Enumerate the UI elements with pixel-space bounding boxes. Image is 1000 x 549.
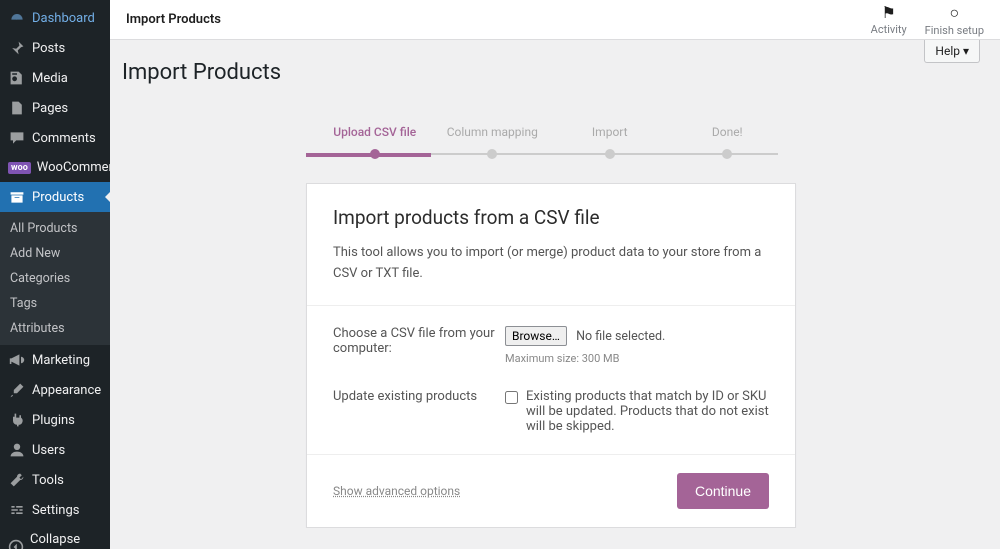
update-existing-hint: Existing products that match by ID or SK… bbox=[526, 389, 769, 434]
sidebar-item-label: Pages bbox=[32, 101, 68, 116]
sidebar-sub-add-new[interactable]: Add New bbox=[0, 241, 110, 266]
import-card: Import products from a CSV file This too… bbox=[306, 183, 796, 528]
flag-icon: ⚑ bbox=[881, 3, 895, 22]
sidebar-sub-attributes[interactable]: Attributes bbox=[0, 316, 110, 341]
sidebar-item-plugins[interactable]: Plugins bbox=[0, 405, 110, 435]
import-wizard: Upload CSV file Column mapping Import Do… bbox=[306, 125, 796, 528]
step-progress-line bbox=[306, 153, 431, 157]
choose-file-field: Browse… No file selected. Maximum size: … bbox=[505, 326, 769, 365]
sidebar-item-label: Collapse menu bbox=[30, 532, 102, 549]
sliders-icon bbox=[8, 502, 26, 518]
sidebar-sub-tags[interactable]: Tags bbox=[0, 291, 110, 316]
megaphone-icon bbox=[8, 352, 26, 368]
admin-sidebar: Dashboard Posts Media Pages Comments woo… bbox=[0, 0, 110, 549]
sidebar-item-label: Products bbox=[32, 190, 84, 205]
file-status: No file selected. bbox=[576, 329, 665, 344]
row-choose-file: Choose a CSV file from your computer: Br… bbox=[333, 326, 769, 365]
continue-button[interactable]: Continue bbox=[677, 473, 769, 509]
step-column-mapping: Column mapping bbox=[434, 125, 552, 159]
circle-icon: ○ bbox=[950, 3, 960, 23]
step-label: Done! bbox=[669, 125, 787, 139]
browse-button[interactable]: Browse… bbox=[505, 326, 567, 346]
step-dot-icon bbox=[487, 149, 497, 159]
page-icon bbox=[8, 100, 26, 116]
content-area: Help ▾ Import Products Upload CSV file C… bbox=[110, 40, 1000, 528]
wizard-steps: Upload CSV file Column mapping Import Do… bbox=[306, 125, 796, 159]
breadcrumb: Import Products bbox=[126, 12, 221, 27]
wrench-icon bbox=[8, 472, 26, 488]
page-title: Import Products bbox=[122, 60, 980, 85]
step-dot-icon bbox=[370, 149, 380, 159]
sidebar-item-label: WooCommerce bbox=[37, 160, 110, 175]
sidebar-item-label: Settings bbox=[32, 503, 79, 518]
sidebar-item-media[interactable]: Media bbox=[0, 63, 110, 93]
activity-label: Activity bbox=[871, 23, 907, 36]
card-body: Choose a CSV file from your computer: Br… bbox=[307, 306, 795, 454]
sidebar-item-dashboard[interactable]: Dashboard bbox=[0, 0, 110, 33]
update-existing-checkbox[interactable] bbox=[505, 391, 518, 404]
sidebar-item-marketing[interactable]: Marketing bbox=[0, 345, 110, 375]
sidebar-item-label: Comments bbox=[32, 131, 96, 146]
step-dot-icon bbox=[722, 149, 732, 159]
main-area: Import Products ⚑ Activity ○ Finish setu… bbox=[110, 0, 1000, 549]
step-label: Column mapping bbox=[434, 125, 552, 139]
sidebar-item-woocommerce[interactable]: woo WooCommerce bbox=[0, 153, 110, 182]
sidebar-item-comments[interactable]: Comments bbox=[0, 123, 110, 153]
topbar-actions: ⚑ Activity ○ Finish setup bbox=[871, 3, 984, 37]
brush-icon bbox=[8, 382, 26, 398]
sidebar-item-collapse[interactable]: Collapse menu bbox=[0, 525, 110, 549]
card-footer: Show advanced options Continue bbox=[307, 454, 795, 527]
step-import: Import bbox=[551, 125, 669, 159]
help-label: Help bbox=[935, 44, 960, 58]
sidebar-item-label: Posts bbox=[32, 41, 65, 56]
sidebar-item-label: Media bbox=[32, 71, 68, 86]
sidebar-item-products[interactable]: Products bbox=[0, 182, 110, 212]
step-dot-icon bbox=[605, 149, 615, 159]
sidebar-item-label: Dashboard bbox=[32, 11, 95, 26]
sidebar-item-label: Users bbox=[32, 443, 65, 458]
sidebar-item-label: Tools bbox=[32, 473, 64, 488]
dashboard-icon bbox=[8, 10, 26, 26]
woocommerce-icon: woo bbox=[8, 162, 31, 174]
sidebar-item-label: Appearance bbox=[32, 383, 101, 398]
step-label: Upload CSV file bbox=[316, 125, 434, 139]
collapse-icon bbox=[8, 539, 24, 549]
sidebar-item-posts[interactable]: Posts bbox=[0, 33, 110, 63]
help-tab[interactable]: Help ▾ bbox=[924, 40, 980, 63]
sidebar-sub-categories[interactable]: Categories bbox=[0, 266, 110, 291]
finish-setup-label: Finish setup bbox=[925, 24, 984, 37]
card-description: This tool allows you to import (or merge… bbox=[333, 243, 769, 285]
step-label: Import bbox=[551, 125, 669, 139]
plug-icon bbox=[8, 412, 26, 428]
sidebar-item-label: Marketing bbox=[32, 353, 90, 368]
finish-setup-button[interactable]: ○ Finish setup bbox=[925, 3, 984, 37]
activity-button[interactable]: ⚑ Activity bbox=[871, 3, 907, 36]
update-existing-label: Update existing products bbox=[333, 389, 505, 434]
card-title: Import products from a CSV file bbox=[333, 206, 769, 229]
row-update-existing: Update existing products Existing produc… bbox=[333, 389, 769, 434]
sidebar-sub-all-products[interactable]: All Products bbox=[0, 216, 110, 241]
sidebar-item-tools[interactable]: Tools bbox=[0, 465, 110, 495]
sidebar-submenu-products: All Products Add New Categories Tags Att… bbox=[0, 212, 110, 345]
topbar: Import Products ⚑ Activity ○ Finish setu… bbox=[110, 0, 1000, 40]
sidebar-item-users[interactable]: Users bbox=[0, 435, 110, 465]
comment-icon bbox=[8, 130, 26, 146]
media-icon bbox=[8, 70, 26, 86]
show-advanced-link[interactable]: Show advanced options bbox=[333, 484, 460, 498]
archive-icon bbox=[8, 189, 26, 205]
sidebar-item-pages[interactable]: Pages bbox=[0, 93, 110, 123]
pin-icon bbox=[8, 40, 26, 56]
update-existing-field: Existing products that match by ID or SK… bbox=[505, 389, 769, 434]
sidebar-item-appearance[interactable]: Appearance bbox=[0, 375, 110, 405]
max-size-hint: Maximum size: 300 MB bbox=[505, 352, 769, 365]
sidebar-item-settings[interactable]: Settings bbox=[0, 495, 110, 525]
sidebar-item-label: Plugins bbox=[32, 413, 75, 428]
step-done: Done! bbox=[669, 125, 787, 159]
user-icon bbox=[8, 442, 26, 458]
choose-file-label: Choose a CSV file from your computer: bbox=[333, 326, 505, 365]
card-header: Import products from a CSV file This too… bbox=[307, 184, 795, 306]
